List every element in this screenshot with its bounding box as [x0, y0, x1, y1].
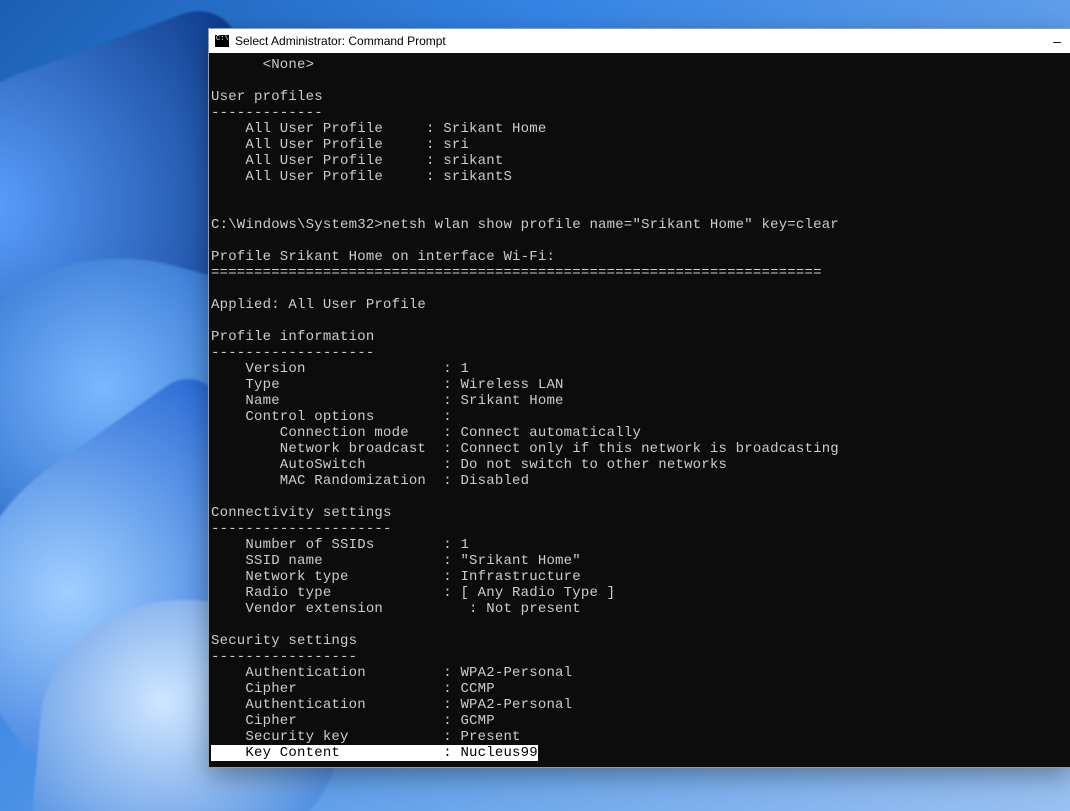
output-line: Vendor extension : Not present	[211, 601, 581, 617]
output-line: Network type : Infrastructure	[211, 569, 581, 585]
output-line: SSID name : "Srikant Home"	[211, 553, 581, 569]
output-line: Type : Wireless LAN	[211, 377, 564, 393]
output-line: Cipher : GCMP	[211, 713, 495, 729]
output-line: MAC Randomization : Disabled	[211, 473, 529, 489]
output-line: Security key : Present	[211, 729, 521, 745]
output-line: -----------------	[211, 649, 357, 665]
minimize-button[interactable]: –	[1050, 34, 1064, 48]
command-prompt-window: Select Administrator: Command Prompt – <…	[208, 28, 1070, 768]
output-line: Radio type : [ Any Radio Type ]	[211, 585, 615, 601]
key-content-highlight: Key Content : Nucleus99	[211, 745, 538, 761]
output-line: All User Profile : srikant	[211, 153, 503, 169]
cmd-icon	[215, 35, 229, 47]
output-line: Version : 1	[211, 361, 469, 377]
output-line: User profiles	[211, 89, 323, 105]
output-line: ---------------------	[211, 521, 392, 537]
output-line: All User Profile : sri	[211, 137, 469, 153]
output-line: -------------	[211, 105, 323, 121]
output-line: Profile Srikant Home on interface Wi-Fi:	[211, 249, 555, 265]
output-line: Control options :	[211, 409, 452, 425]
terminal-output[interactable]: <None> User profiles ------------- All U…	[209, 53, 1070, 767]
output-line: ========================================…	[211, 265, 822, 281]
output-line: AutoSwitch : Do not switch to other netw…	[211, 457, 727, 473]
output-line: Connection mode : Connect automatically	[211, 425, 641, 441]
section-header: Connectivity settings	[211, 505, 392, 521]
window-controls: –	[1050, 29, 1064, 53]
output-line: Number of SSIDs : 1	[211, 537, 469, 553]
output-line: Network broadcast : Connect only if this…	[211, 441, 839, 457]
output-line: All User Profile : Srikant Home	[211, 121, 546, 137]
output-line: Authentication : WPA2-Personal	[211, 665, 572, 681]
window-title: Select Administrator: Command Prompt	[235, 34, 1044, 48]
titlebar[interactable]: Select Administrator: Command Prompt –	[209, 29, 1070, 53]
output-line: -------------------	[211, 345, 374, 361]
output-line: Cipher : CCMP	[211, 681, 495, 697]
output-line: Name : Srikant Home	[211, 393, 564, 409]
output-line: Authentication : WPA2-Personal	[211, 697, 572, 713]
command-line: C:\Windows\System32>netsh wlan show prof…	[211, 217, 839, 233]
output-line: Applied: All User Profile	[211, 297, 426, 313]
section-header: Security settings	[211, 633, 357, 649]
section-header: Profile information	[211, 329, 374, 345]
output-line: All User Profile : srikantS	[211, 169, 512, 185]
output-line: <None>	[211, 57, 314, 73]
